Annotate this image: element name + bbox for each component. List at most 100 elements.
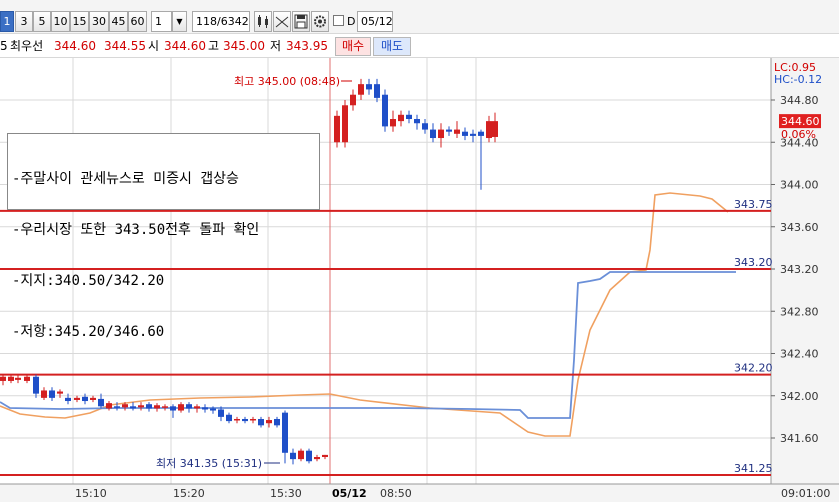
low-label: 저: [270, 39, 282, 53]
candle-body: [74, 397, 80, 400]
candle-body: [358, 84, 364, 95]
candle-body: [15, 377, 21, 380]
tick-button-1[interactable]: 1: [0, 11, 14, 32]
x-tick-label: 15:10: [75, 487, 107, 500]
candle-body: [274, 418, 280, 426]
candle-type-icon[interactable]: [254, 11, 272, 32]
best-bid-value: 344.55: [104, 39, 146, 53]
candle-body: [234, 418, 240, 421]
sell-button[interactable]: 매도: [373, 37, 411, 56]
high-label: 고: [208, 39, 220, 53]
buy-button[interactable]: 매수: [335, 37, 371, 56]
candle-body: [186, 404, 192, 409]
price-level-label: 342.20: [734, 362, 773, 375]
candle-body: [406, 114, 412, 120]
x-tick-label: 15:30: [270, 487, 302, 500]
count-display: 118/6342: [192, 11, 250, 32]
candle-body: [106, 403, 112, 409]
open-value: 344.60: [164, 39, 206, 53]
candle-body: [226, 414, 232, 422]
date-input[interactable]: 05/12: [357, 11, 393, 32]
x-axis-panel: [0, 484, 839, 502]
current-price-label: 344.60: [781, 115, 820, 128]
candle-body: [178, 404, 184, 411]
candle-body: [49, 390, 55, 398]
candle-body: [162, 406, 168, 408]
candle-body: [170, 406, 176, 411]
candle-body: [218, 409, 224, 417]
candle-body: [258, 418, 264, 426]
candle-body: [334, 115, 340, 143]
y-tick-label: 342.00: [780, 390, 819, 403]
candle-body: [282, 412, 288, 453]
y-tick-label: 342.40: [780, 348, 819, 361]
date-checkbox[interactable]: [333, 15, 344, 26]
candle-body: [98, 398, 104, 407]
open-label: 시: [148, 39, 160, 53]
annotation-line-4: -저항:345.20/346.60: [12, 324, 165, 340]
y-tick-label: 344.00: [780, 179, 819, 192]
candle-body: [57, 391, 63, 394]
candle-body: [314, 457, 320, 460]
quote-bar: 5 최우선 344.60 344.55 시 344.60 고 345.00 저 …: [0, 34, 839, 58]
candle-body: [478, 131, 484, 136]
low-value: 343.95: [286, 39, 328, 53]
tick-button-10[interactable]: 10: [51, 11, 70, 32]
save-icon[interactable]: [292, 11, 310, 32]
candle-body: [114, 406, 120, 408]
candle-body: [202, 407, 208, 410]
current-change-label: 0.06%: [781, 128, 816, 141]
low-marker-label: 최저 341.35 (15:31): [156, 457, 262, 470]
y-tick-label: 343.20: [780, 263, 819, 276]
x-tick-label: 15:20: [173, 487, 205, 500]
candle-body: [242, 418, 248, 422]
candle-body: [266, 420, 272, 424]
quote-prefix: 5: [0, 39, 8, 53]
tick-button-30[interactable]: 30: [89, 11, 109, 32]
candle-body: [146, 404, 152, 409]
crosshair-tool-icon[interactable]: [273, 11, 291, 32]
tick-button-5[interactable]: 5: [33, 11, 51, 32]
candle-body: [306, 450, 312, 462]
candle-body: [350, 94, 356, 106]
candle-body: [454, 129, 460, 134]
tick-button-45[interactable]: 45: [109, 11, 128, 32]
candle-body: [24, 376, 30, 381]
candle-body: [374, 84, 380, 98]
gear-icon[interactable]: [311, 11, 329, 32]
candle-body: [438, 129, 444, 139]
candle-body: [446, 129, 452, 132]
annotation-box: -주말사이 관세뉴스로 미증시 갭상승 -우리시장 또한 343.50전후 돌파…: [7, 133, 320, 340]
candle-body: [290, 452, 296, 460]
candle-body: [298, 450, 304, 460]
candle-body: [414, 119, 420, 124]
candle-body: [82, 396, 88, 402]
candle-body: [138, 405, 144, 408]
interval-dropdown-button[interactable]: ▼: [172, 11, 187, 32]
candle-body: [90, 397, 96, 400]
annotation-line-2: -우리시장 또한 343.50전후 돌파 확인: [12, 222, 260, 238]
date-checkbox-label: D: [347, 15, 356, 28]
candle-body: [0, 376, 6, 381]
candle-body: [194, 406, 200, 409]
interval-input[interactable]: 1: [151, 11, 172, 32]
price-level-label: 343.20: [734, 256, 773, 269]
candle-body: [41, 390, 47, 398]
candle-body: [430, 129, 436, 139]
tick-button-60[interactable]: 60: [128, 11, 147, 32]
y-tick-label: 343.60: [780, 221, 819, 234]
candle-body: [382, 94, 388, 127]
candle-body: [250, 418, 256, 421]
candle-body: [422, 123, 428, 130]
tick-button-3[interactable]: 3: [15, 11, 33, 32]
candle-body: [398, 114, 404, 122]
candle-body: [390, 119, 396, 127]
y-tick-label: 344.80: [780, 94, 819, 107]
annotation-line-1: -주말사이 관세뉴스로 미증시 갭상승: [12, 171, 239, 187]
candle-body: [470, 133, 476, 136]
tick-button-15[interactable]: 15: [70, 11, 89, 32]
annotation-line-3: -지지:340.50/342.20: [12, 273, 165, 289]
y-tick-label: 341.60: [780, 432, 819, 445]
x-tick-label: 08:50: [380, 487, 412, 500]
hc-label: HC:-0.12: [774, 73, 822, 86]
